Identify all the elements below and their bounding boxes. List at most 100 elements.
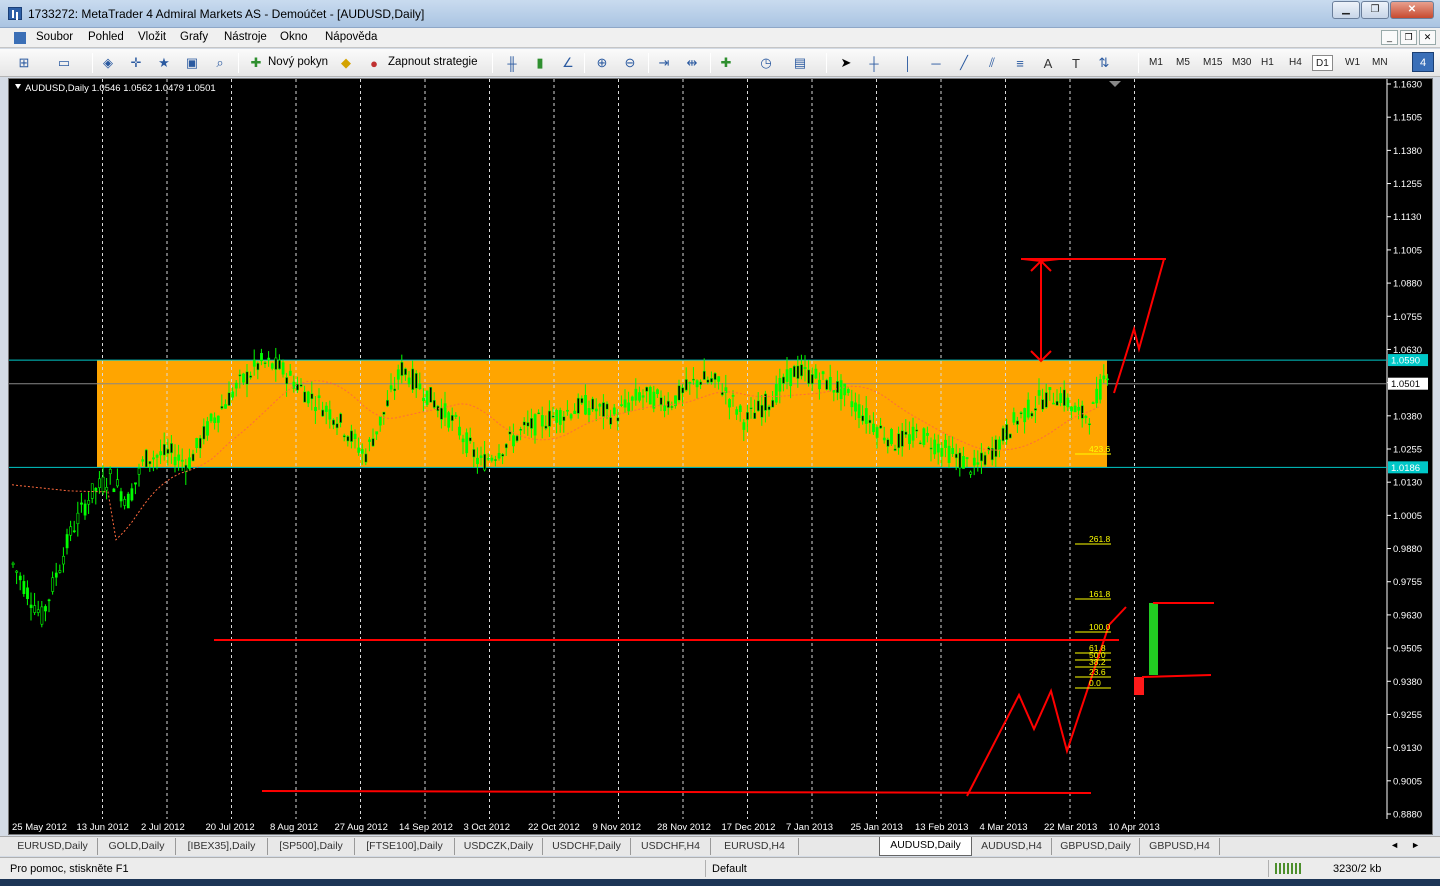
horizontal-line-icon[interactable]: ─ — [926, 53, 946, 73]
equidistant-channel-icon[interactable]: ⫽ — [982, 53, 1002, 73]
mdi-minimize-button[interactable]: _ — [1381, 30, 1398, 45]
tab-usdchf-daily[interactable]: USDCHF,Daily — [543, 838, 631, 855]
tab-eurusd-h4[interactable]: EURUSD,H4 — [711, 838, 799, 855]
menu-soubor[interactable]: Soubor — [36, 31, 73, 43]
price-axis-label: 0.9130 — [1393, 743, 1422, 754]
new-chart-icon[interactable]: ⊞ — [14, 53, 34, 73]
indicators-icon[interactable]: ✚ — [716, 53, 736, 73]
candle-body — [310, 393, 314, 400]
periods-icon[interactable]: ◷ — [756, 53, 776, 73]
tab-usdchf-h4[interactable]: USDCHF,H4 — [631, 838, 711, 855]
price-axis-label: 1.0380 — [1393, 411, 1422, 422]
menu-grafy[interactable]: Grafy — [180, 31, 208, 43]
candle-body — [897, 433, 901, 449]
date-axis-label: 4 Mar 2013 — [980, 822, 1028, 833]
candle-body — [1044, 392, 1048, 408]
auto-scroll-icon[interactable]: ⇥ — [654, 53, 674, 73]
candle-body — [587, 408, 591, 416]
menu-pohled[interactable]: Pohled — [88, 31, 124, 43]
candle-body — [706, 379, 710, 383]
candle-body — [1016, 420, 1019, 425]
candle-body — [594, 408, 598, 412]
tab-audusd-daily[interactable]: AUDUSD,Daily — [879, 837, 972, 856]
chart-window-icon[interactable] — [14, 32, 26, 44]
menu-napoveda[interactable]: Nápověda — [325, 31, 377, 43]
fibonacci-icon[interactable]: ≡ — [1010, 53, 1030, 73]
candle-body — [800, 364, 803, 377]
tab-ibex35-daily[interactable]: [IBEX35],Daily — [176, 838, 268, 855]
trendline-icon[interactable]: ╱ — [954, 53, 974, 73]
price-axis-label: 1.1630 — [1393, 80, 1422, 91]
candle-body — [353, 433, 357, 440]
zoom-out-icon[interactable]: ⊖ — [620, 53, 640, 73]
candle-body — [620, 404, 623, 406]
zoom-in-icon[interactable]: ⊕ — [592, 53, 612, 73]
templates-icon[interactable]: ▤ — [790, 53, 810, 73]
menu-okno[interactable]: Okno — [280, 31, 308, 43]
timeframe-h4[interactable]: H4 — [1286, 55, 1305, 71]
timeframe-m5[interactable]: M5 — [1173, 55, 1193, 71]
menu-nastroje[interactable]: Nástroje — [224, 31, 267, 43]
expert-advisors-button[interactable]: Zapnout strategie — [388, 56, 478, 68]
new-order-button[interactable]: Nový pokyn — [268, 56, 328, 68]
terminal-icon[interactable]: ▣ — [182, 53, 202, 73]
tab-audusd-h4[interactable]: AUDUSD,H4 — [972, 838, 1052, 855]
arrows-icon[interactable]: ⇅ — [1094, 53, 1114, 73]
timeframe-d1[interactable]: D1 — [1312, 55, 1333, 71]
timeframe-m15[interactable]: M15 — [1200, 55, 1225, 71]
timeframe-w1[interactable]: W1 — [1342, 55, 1363, 71]
tab-gbpusd-daily[interactable]: GBPUSD,Daily — [1052, 838, 1140, 855]
strategy-tester-icon[interactable]: ⌕ — [210, 53, 230, 73]
fib-level-label: 0.0 — [1089, 678, 1101, 688]
crosshair-icon[interactable]: ┼ — [864, 53, 884, 73]
toolbar: ⊞ ▭ ◈ ✛ ★ ▣ ⌕ ✚ Nový pokyn ◆ ● Zapnout s… — [0, 49, 1440, 77]
profiles-icon[interactable]: ▭ — [54, 53, 74, 73]
metaeditor-icon[interactable]: ◆ — [336, 53, 356, 73]
line-chart-icon[interactable]: ∠ — [558, 53, 578, 73]
status-traffic: 3230/2 kb — [1333, 863, 1382, 875]
tab-gbpusd-h4[interactable]: GBPUSD,H4 — [1140, 838, 1220, 855]
chart-area[interactable]: 25 May 2012 13 Jun 2012 2 Jul 2012 20 Jul 2… — [8, 78, 1433, 835]
candle-body — [389, 385, 393, 390]
minimize-button[interactable]: ▁ — [1332, 1, 1360, 19]
restore-button[interactable]: ❐ — [1361, 1, 1389, 19]
text-label-icon[interactable]: T — [1066, 53, 1086, 73]
cursor-icon[interactable]: ➤ — [836, 53, 856, 73]
tab-ftse100-daily[interactable]: [FTSE100],Daily — [355, 838, 455, 855]
candle-body — [36, 609, 40, 613]
timeframe-m30[interactable]: M30 — [1229, 55, 1254, 71]
toolbar-badge-icon[interactable]: 4 — [1412, 52, 1434, 72]
candle-body — [936, 443, 940, 453]
text-icon[interactable]: A — [1038, 53, 1058, 73]
tab-gold-daily[interactable]: GOLD,Daily — [98, 838, 176, 855]
candle-body — [72, 530, 76, 533]
candle-body — [861, 415, 865, 422]
mdi-restore-button[interactable]: ❐ — [1400, 30, 1417, 45]
timeframe-h1[interactable]: H1 — [1258, 55, 1277, 71]
candlestick-icon[interactable]: ▮ — [530, 53, 550, 73]
close-button[interactable]: ✕ — [1390, 1, 1434, 19]
price-axis-label: 0.9630 — [1393, 610, 1422, 621]
candle-body — [512, 435, 515, 447]
bar-chart-icon[interactable]: ╫ — [502, 53, 522, 73]
expert-advisors-icon[interactable]: ● — [364, 53, 384, 73]
timeframe-m1[interactable]: M1 — [1146, 55, 1166, 71]
candle-body — [933, 439, 937, 455]
new-order-icon[interactable]: ✚ — [246, 53, 266, 73]
tab-eurusd-daily[interactable]: EURUSD,Daily — [8, 838, 98, 855]
price-chart[interactable]: 25 May 2012 13 Jun 2012 2 Jul 2012 20 Jul 2… — [9, 79, 1432, 834]
timeframe-mn[interactable]: MN — [1369, 55, 1391, 71]
candle-body — [112, 488, 116, 493]
tab-usdczk-daily[interactable]: USDCZK,Daily — [455, 838, 543, 855]
candle-body — [555, 410, 559, 423]
market-watch-icon[interactable]: ◈ — [98, 53, 118, 73]
menu-vlozit[interactable]: Vložit — [138, 31, 166, 43]
data-window-icon[interactable]: ✛ — [126, 53, 146, 73]
vertical-line-icon[interactable]: │ — [898, 53, 918, 73]
chart-shift-icon[interactable]: ⇹ — [682, 53, 702, 73]
navigator-icon[interactable]: ★ — [154, 53, 174, 73]
tab-scroll-arrows[interactable]: ◄► — [1390, 840, 1432, 850]
date-axis-label: 3 Oct 2012 — [464, 822, 510, 833]
tab-sp500-daily[interactable]: [SP500],Daily — [268, 838, 355, 855]
mdi-close-button[interactable]: ✕ — [1419, 30, 1436, 45]
